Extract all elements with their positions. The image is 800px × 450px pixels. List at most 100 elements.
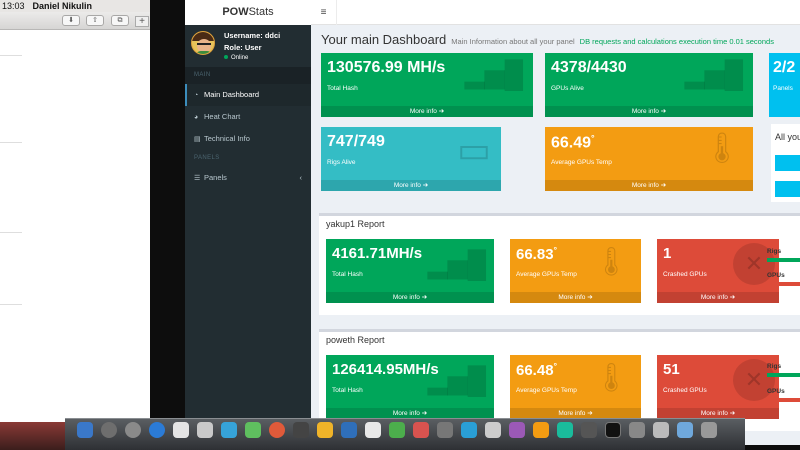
sidebar-item-panels[interactable]: ☰ Panels ‹ (185, 167, 311, 189)
role-label: Role: User (224, 43, 262, 52)
top-navbar: ≡ (311, 0, 800, 25)
dock-app-icon[interactable] (413, 422, 429, 438)
dock-app-icon[interactable] (533, 422, 549, 438)
report-avg-temp-label: Average GPUs Temp (516, 271, 577, 278)
average-gpus-temp-label: Average GPUs Temp (551, 159, 612, 166)
report-avg-temp-value: 66.83° (516, 245, 558, 263)
panels-box: 2/2 Panels (769, 53, 800, 117)
dock-app-icon[interactable] (629, 422, 645, 438)
dock-app-icon[interactable] (293, 422, 309, 438)
rigs-stat-label: Rigs (767, 363, 782, 370)
report-total-hash-box: 4161.71MH/s Total Hash ▂▅█ More info ➔ (326, 239, 494, 303)
report-crashed-gpus-box: 1 Crashed GPUs ✕ More info ➔ (657, 239, 779, 303)
download-icon[interactable]: ⬇ (62, 15, 80, 26)
report-crashed-gpus-label: Crashed GPUs (663, 271, 707, 278)
sidebar: POWStats Username: ddci Role: User Onlin… (185, 0, 311, 445)
sidebar-item-technical-info[interactable]: ▤ Technical Info (185, 128, 311, 150)
dock-app-icon[interactable] (197, 422, 213, 438)
dock-app-icon[interactable] (269, 422, 285, 438)
user-panel: Username: ddci Role: User Online (185, 25, 311, 67)
more-info-link[interactable]: More info ➔ (321, 106, 533, 117)
sidebar-toggle-button[interactable]: ≡ (311, 0, 337, 25)
more-info-link[interactable]: More info ➔ (545, 106, 753, 117)
browser-toolbar: ⬇ ⇧ ⧉ (0, 12, 150, 30)
bar-chart-icon: ▂▅█ (464, 59, 523, 89)
gpus-progress-bar (767, 398, 800, 402)
report-crashed-gpus-label: Crashed GPUs (663, 387, 707, 394)
list-icon: ☰ (194, 175, 201, 182)
chevron-left-icon: ‹ (299, 173, 303, 182)
total-hash-box: 130576.99 MH/s Total Hash ▂▅█ More info … (321, 53, 533, 117)
report-crashed-gpus-value: 51 (663, 361, 680, 378)
dock-app-icon[interactable] (173, 422, 189, 438)
rigs-alive-label: Rigs Alive (327, 159, 356, 166)
dock-app-icon[interactable] (677, 422, 693, 438)
report-title: yakup1 Report (326, 219, 385, 229)
report-crashed-gpus-box: 51 Crashed GPUs ✕ More info ➔ (657, 355, 779, 419)
report-avg-temp-box: 66.83° Average GPUs Temp 🌡 More info ➔ (510, 239, 641, 303)
divider (0, 232, 22, 233)
more-info-link[interactable]: More info ➔ (321, 180, 501, 191)
average-gpus-temp-box: 66.49° Average GPUs Temp 🌡 More info ➔ (545, 127, 753, 191)
report-total-hash-box: 126414.95MH/s Total Hash ▂▅█ More info ➔ (326, 355, 494, 419)
sidebar-item-main-dashboard[interactable]: ◔ Main Dashboard (185, 84, 311, 106)
trash-icon[interactable] (701, 422, 717, 438)
bar-chart-icon: ▂▅█ (684, 59, 743, 89)
dock-app-icon[interactable] (389, 422, 405, 438)
page-title: Your main Dashboard Main Information abou… (321, 32, 774, 47)
new-tab-button[interactable]: + (135, 16, 149, 27)
side-card-button[interactable] (775, 155, 800, 171)
dock-app-icon[interactable] (581, 422, 597, 438)
background-browser-window[interactable]: ⬇ ⇧ ⧉ + (0, 12, 150, 422)
dock-app-icon[interactable] (245, 422, 261, 438)
macos-dock (65, 418, 745, 450)
main-content: ≡ Your main Dashboard Main Information ab… (311, 0, 800, 445)
gpus-alive-box: 4378/4430 GPUs Alive ▂▅█ More info ➔ (545, 53, 753, 117)
database-icon: ▤ (194, 136, 201, 143)
thermometer-icon: 🌡 (702, 132, 741, 165)
more-info-link[interactable]: More info ➔ (657, 292, 779, 303)
rigs-stat-label: Rigs (767, 248, 782, 255)
dock-app-icon[interactable] (509, 422, 525, 438)
more-info-link[interactable]: More info ➔ (326, 292, 494, 303)
divider (0, 142, 22, 143)
app-logo[interactable]: POWStats (185, 0, 311, 25)
rigs-progress-bar (767, 373, 800, 377)
sidebar-item-heat-chart[interactable]: ◕ Heat Chart (185, 106, 311, 128)
dock-app-icon[interactable] (461, 422, 477, 438)
dock-app-icon[interactable] (557, 422, 573, 438)
pie-chart-icon: ◕ (194, 114, 199, 121)
dock-app-icon[interactable] (101, 422, 117, 438)
dock-app-icon[interactable] (77, 422, 93, 438)
dock-app-icon[interactable] (485, 422, 501, 438)
sidebar-item-label: Heat Chart (204, 112, 241, 121)
dock-app-icon[interactable] (653, 422, 669, 438)
panels-value: 2/2 (773, 59, 796, 76)
dashboard-icon: ◔ (194, 92, 199, 99)
dock-app-icon[interactable] (605, 422, 621, 438)
thermometer-icon: 🌡 (593, 246, 629, 277)
section-header-panels: PANELS (185, 150, 311, 167)
menubar-time: 13:03 (2, 1, 25, 11)
status-dot-icon (224, 55, 228, 60)
gpus-stat-label: GPUs (767, 272, 785, 279)
more-info-link[interactable]: More info ➔ (545, 180, 753, 191)
dock-app-icon[interactable] (341, 422, 357, 438)
section-header-main: MAIN (185, 67, 311, 84)
report-avg-temp-label: Average GPUs Temp (516, 387, 577, 394)
share-icon[interactable]: ⇧ (86, 15, 104, 26)
side-card-button[interactable] (775, 181, 800, 197)
sidebar-item-label: Panels (204, 173, 227, 182)
dock-app-icon[interactable] (437, 422, 453, 438)
tabs-icon[interactable]: ⧉ (111, 15, 129, 26)
macos-menubar: 13:03 Daniel Nikulin (0, 0, 150, 12)
dock-app-icon[interactable] (365, 422, 381, 438)
average-gpus-temp-value: 66.49° (551, 133, 595, 152)
dock-app-icon[interactable] (221, 422, 237, 438)
menubar-user[interactable]: Daniel Nikulin (33, 1, 93, 11)
bar-chart-icon: ▂▅█ (427, 365, 486, 395)
dock-app-icon[interactable] (149, 422, 165, 438)
more-info-link[interactable]: More info ➔ (510, 292, 641, 303)
dock-app-icon[interactable] (125, 422, 141, 438)
dock-app-icon[interactable] (317, 422, 333, 438)
